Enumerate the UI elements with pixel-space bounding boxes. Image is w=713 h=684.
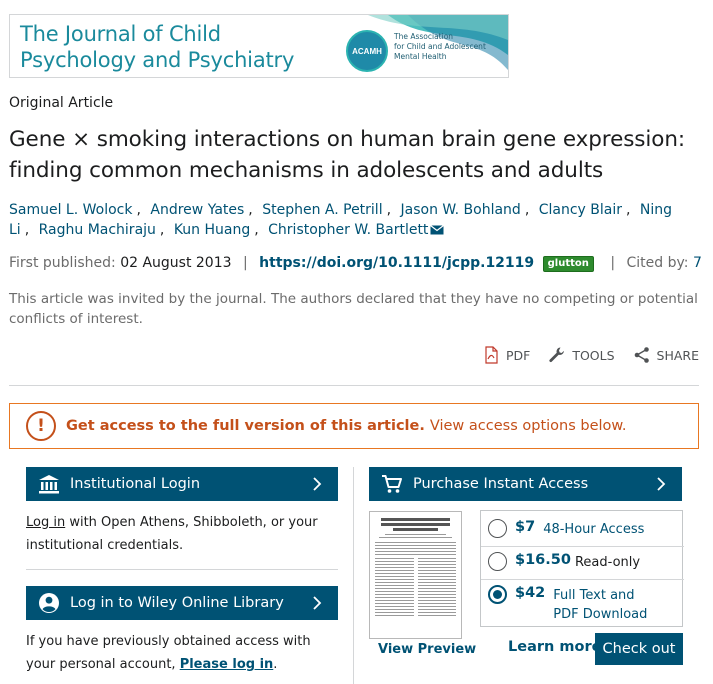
purchase-instant-access-button[interactable]: Purchase Instant Access: [369, 467, 682, 501]
wiley-login-button[interactable]: Log in to Wiley Online Library: [26, 586, 338, 620]
access-notice-light: View access options below.: [429, 418, 627, 434]
tools-button[interactable]: TOOLS: [548, 346, 615, 364]
price-divider: [481, 579, 684, 580]
glutton-badge[interactable]: glutton: [542, 256, 594, 272]
check-out-button[interactable]: Check out: [595, 633, 683, 665]
price-divider: [481, 546, 684, 547]
institutional-login-label: Institutional Login: [70, 476, 201, 492]
price-amount: $7: [515, 519, 536, 535]
alert-icon: !: [26, 411, 56, 441]
conflict-disclosure: This article was invited by the journal.…: [9, 291, 698, 327]
pdf-label: PDF: [505, 347, 531, 363]
meta-divider: |: [610, 255, 616, 271]
price-radio[interactable]: [488, 552, 507, 571]
access-notice-strong: Get access to the full version of this a…: [66, 418, 425, 434]
cited-by-label: Cited by:: [626, 255, 689, 271]
price-option-48-hour[interactable]: $7 48-Hour Access: [481, 519, 684, 539]
article-type: Original Article: [9, 95, 114, 111]
author-list: Samuel L. Wolock, Andrew Yates, Stephen …: [9, 200, 699, 240]
view-preview-link[interactable]: View Preview: [378, 642, 476, 657]
acamh-line2: for Child and Adolescent: [394, 42, 486, 51]
user-icon: [38, 592, 60, 614]
pdf-button[interactable]: PDF: [482, 346, 530, 364]
author-link[interactable]: Raghu Machiraju: [39, 222, 156, 238]
wiley-login-label: Log in to Wiley Online Library: [70, 595, 284, 611]
purchase-options: Purchase Instant Access View Preview $7 …: [369, 467, 684, 665]
price-radio[interactable]: [488, 519, 507, 538]
journal-title-line1: The Journal of Child: [20, 22, 221, 46]
doi-link[interactable]: https://doi.org/10.1111/jcpp.12119: [259, 255, 534, 271]
price-amount: $42: [515, 585, 546, 601]
share-icon: [634, 347, 649, 363]
institutional-login-button[interactable]: Institutional Login: [26, 467, 338, 501]
journal-banner[interactable]: The Journal of Child Psychology and Psyc…: [9, 14, 509, 78]
learn-more-link[interactable]: Learn more: [508, 639, 601, 655]
login-options: Institutional Login Log in with Open Ath…: [26, 467, 338, 676]
institutional-login-text: Log in with Open Athens, Shibboleth, or …: [26, 511, 338, 557]
meta-divider: |: [242, 255, 248, 271]
chevron-right-icon: [313, 477, 322, 491]
author-separator: ,: [386, 202, 392, 218]
price-amount: $16.50: [515, 552, 571, 568]
chevron-right-icon: [313, 596, 322, 610]
publication-meta: First published: 02 August 2013 | https:…: [9, 255, 702, 272]
price-option-full-text[interactable]: $42 Full Text and PDF Download: [481, 585, 684, 624]
pdf-icon: [485, 346, 498, 364]
acamh-line3: Mental Health: [394, 52, 447, 61]
price-options: $7 48-Hour Access $16.50 Read-only $42 F…: [480, 510, 684, 627]
column-divider: [353, 467, 354, 684]
author-link[interactable]: Andrew Yates: [150, 202, 244, 218]
author-link[interactable]: Stephen A. Petrill: [262, 202, 382, 218]
first-published-date: 02 August 2013: [120, 255, 232, 271]
author-link[interactable]: Jason W. Bohland: [401, 202, 521, 218]
wiley-login-text: If you have previously obtained access w…: [26, 630, 338, 676]
author-separator: ,: [626, 202, 631, 218]
journal-title-line2: Psychology and Psychiatry: [20, 48, 295, 72]
article-preview-thumbnail[interactable]: [369, 511, 462, 639]
cart-icon: [381, 473, 403, 495]
acamh-name: The Association for Child and Adolescent…: [394, 32, 504, 62]
purchase-instant-access-label: Purchase Instant Access: [413, 476, 589, 492]
please-log-in-link[interactable]: Please log in: [180, 657, 274, 672]
wiley-login-period: .: [273, 657, 278, 672]
price-description: Read-only: [574, 555, 641, 570]
author-link[interactable]: Samuel L. Wolock: [9, 202, 132, 218]
price-description: 48-Hour Access: [543, 522, 645, 537]
institution-icon: [38, 473, 60, 495]
share-button[interactable]: SHARE: [633, 346, 699, 364]
price-description: Full Text and PDF Download: [553, 588, 648, 622]
email-icon[interactable]: [430, 225, 445, 235]
price-radio-selected[interactable]: [488, 585, 507, 604]
author-link[interactable]: Christopher W. Bartlett: [268, 222, 428, 238]
price-option-read-only[interactable]: $16.50 Read-only: [481, 552, 684, 572]
author-separator: ,: [524, 202, 530, 218]
share-label: SHARE: [656, 347, 699, 363]
section-divider: [9, 385, 699, 386]
author-link[interactable]: Clancy Blair: [539, 202, 622, 218]
article-tools: PDF TOOLS SHARE: [482, 346, 699, 364]
wrench-icon: [549, 347, 565, 363]
cited-by-count[interactable]: 7: [693, 255, 702, 271]
acamh-logo: ACAMH: [346, 30, 388, 72]
author-separator: ,: [24, 222, 30, 238]
access-notice: ! Get access to the full version of this…: [9, 403, 699, 449]
login-divider: [26, 569, 338, 570]
author-separator: ,: [248, 202, 253, 218]
first-published-label: First published:: [9, 255, 116, 271]
journal-title: The Journal of Child Psychology and Psyc…: [20, 21, 294, 73]
institutional-login-link[interactable]: Log in: [26, 515, 65, 530]
author-separator: ,: [159, 222, 165, 238]
article-title: Gene × smoking interactions on human bra…: [9, 127, 685, 183]
tools-label: TOOLS: [572, 347, 615, 363]
acamh-line1: The Association: [394, 32, 454, 41]
svg-text:ACAMH: ACAMH: [352, 47, 382, 56]
author-separator: ,: [136, 202, 141, 218]
chevron-right-icon: [657, 477, 666, 491]
author-separator: ,: [254, 222, 259, 238]
author-link[interactable]: Kun Huang: [174, 222, 250, 238]
institutional-login-description: with Open Athens, Shibboleth, or your in…: [26, 515, 318, 553]
